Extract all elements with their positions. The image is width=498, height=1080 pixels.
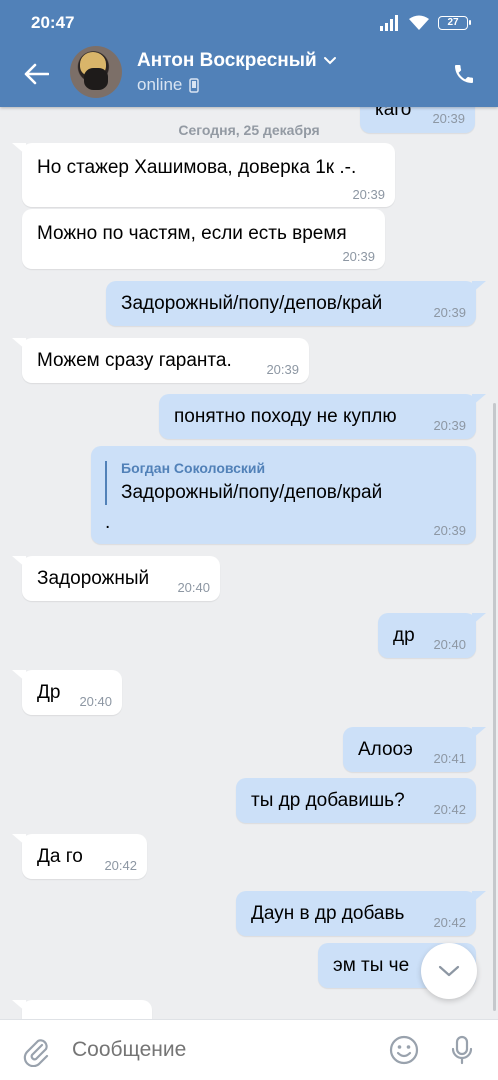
message-time: 20:39 (342, 249, 375, 264)
wifi-icon (409, 15, 429, 30)
chevron-down-icon (323, 57, 336, 65)
message-text: Алооэ (358, 739, 413, 760)
microphone-icon (451, 1035, 473, 1065)
message-text: Др (37, 682, 61, 703)
message-text: Задорожный (37, 568, 150, 589)
message-time: 20:41 (433, 751, 466, 766)
phone-icon (455, 65, 473, 83)
message-time: 20:40 (177, 580, 210, 595)
message-text: Можно по частям, если есть время (37, 223, 347, 244)
back-button[interactable] (18, 56, 54, 92)
reply-text: Задорожный/попу/депов/край (121, 482, 383, 503)
message-time: 20:39 (266, 362, 299, 377)
contact-status-text: online (137, 75, 183, 94)
message-time: 20:40 (433, 637, 466, 652)
message-outgoing[interactable]: понятно походу не куплю 20:39 (159, 394, 486, 439)
message-time: 20:39 (433, 418, 466, 433)
message-incoming[interactable]: Можем сразу гаранта. 20:39 (12, 338, 309, 383)
message-text: Можем сразу гаранта. (37, 350, 232, 371)
message-incoming[interactable]: Др 20:40 (12, 670, 122, 715)
reply-quote-bar (105, 461, 107, 505)
scroll-down-chevron-icon (438, 965, 460, 977)
contact-name[interactable]: Антон Воскресный (137, 50, 337, 72)
message-text: др (393, 625, 415, 646)
message-time: 20:42 (433, 915, 466, 930)
back-arrow-icon (24, 63, 49, 85)
message-composer (0, 1019, 498, 1080)
contact-status: online (137, 75, 200, 95)
paperclip-icon (23, 1039, 49, 1068)
message-outgoing-reply[interactable]: Богдан Соколовский Задорожный/попу/депов… (91, 446, 476, 544)
chat-header: 20:47 27 Антон Воскресный online (0, 0, 498, 107)
message-input[interactable] (72, 1038, 362, 1062)
scrollbar[interactable] (493, 403, 496, 1011)
message-text: Да го (37, 846, 83, 867)
emoji-button[interactable] (388, 1034, 420, 1066)
contact-avatar[interactable] (70, 46, 122, 98)
message-outgoing[interactable]: Задорожный/попу/депов/край 20:39 (106, 281, 486, 326)
message-text: эм ты че (333, 955, 410, 976)
message-incoming[interactable]: Задорожный 20:40 (12, 556, 220, 601)
mobile-device-icon (189, 77, 200, 93)
message-outgoing[interactable]: Даун в др добавь 20:42 (236, 891, 486, 936)
message-text: каго (375, 107, 412, 120)
date-separator: Сегодня, 25 декабря (178, 122, 320, 138)
message-incoming[interactable]: Но стажер Хашимова, доверка 1к .-. 20:39 (12, 143, 395, 207)
scroll-to-bottom-button[interactable] (421, 943, 477, 999)
message-time: 20:40 (79, 694, 112, 709)
emoji-icon (389, 1035, 419, 1065)
call-button[interactable] (446, 56, 482, 92)
status-icons: 27 (380, 12, 471, 34)
message-text: Даун в др добавь (251, 903, 405, 924)
message-time: 20:42 (104, 858, 137, 873)
message-time: 20:39 (433, 523, 466, 538)
message-incoming-partial[interactable] (12, 1000, 152, 1019)
message-text: . (105, 512, 111, 533)
battery-icon: 27 (438, 16, 471, 30)
message-text: понятно походу не куплю (174, 406, 397, 427)
reply-author[interactable]: Богдан Соколовский (121, 460, 265, 476)
message-incoming[interactable]: Да го 20:42 (12, 834, 147, 879)
status-time: 20:47 (31, 13, 75, 32)
voice-message-button[interactable] (446, 1034, 478, 1066)
message-outgoing[interactable]: др 20:40 (378, 613, 486, 658)
status-bar: 20:47 27 (0, 0, 498, 44)
message-text: Задорожный/попу/депов/край (121, 293, 383, 314)
message-incoming[interactable]: Можно по частям, если есть время 20:39 (22, 209, 385, 269)
message-text: Но стажер Хашимова, доверка 1к .-. (37, 157, 357, 178)
contact-name-text: Антон Воскресный (137, 50, 317, 71)
message-outgoing[interactable]: Алооэ 20:41 (343, 727, 486, 772)
message-text: ты др добавишь? (251, 790, 405, 811)
attach-button[interactable] (20, 1035, 52, 1068)
signal-icon (380, 15, 398, 31)
message-outgoing[interactable]: ты др добавишь? 20:42 (236, 778, 476, 823)
message-time: 20:42 (433, 802, 466, 817)
message-list[interactable]: каго 20:39 Сегодня, 25 декабря Но стажер… (0, 107, 498, 1019)
message-time: 20:39 (352, 187, 385, 202)
message-time: 20:39 (433, 305, 466, 320)
